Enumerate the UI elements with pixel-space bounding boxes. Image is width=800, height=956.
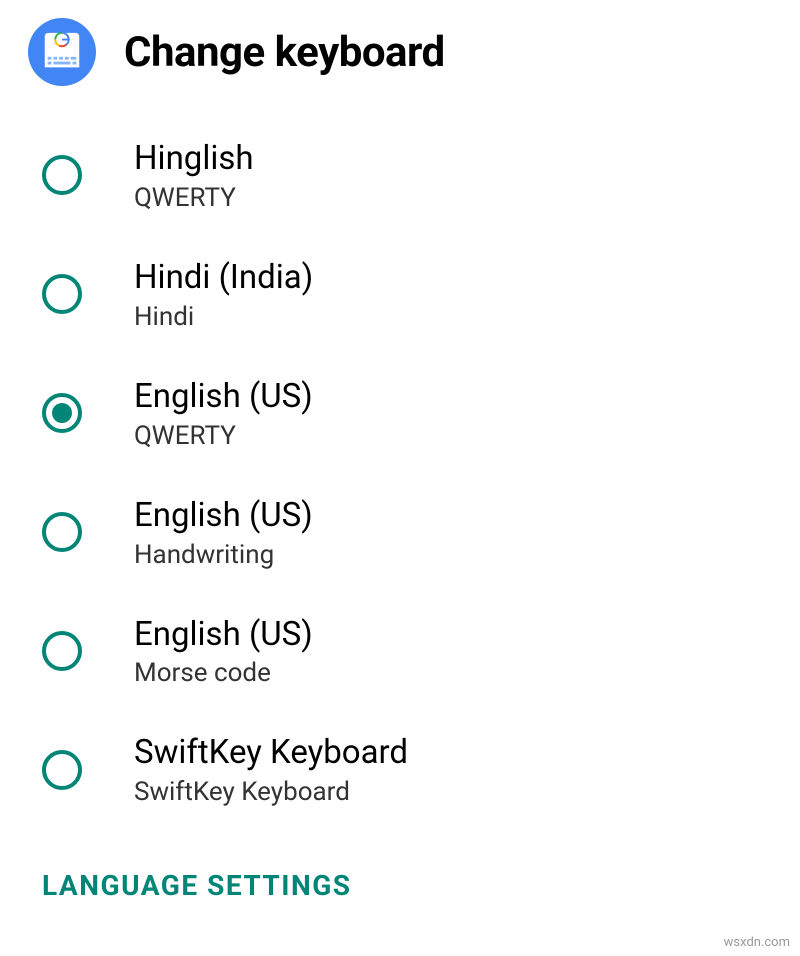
keyboard-option-text: Hinglish QWERTY [134,138,254,213]
radio-button[interactable] [42,512,82,552]
keyboard-option-text: SwiftKey Keyboard SwiftKey Keyboard [134,732,408,807]
dialog-header: Change keyboard [0,0,800,106]
radio-button[interactable] [42,750,82,790]
gboard-app-icon [28,18,96,86]
keyboard-sublabel: QWERTY [134,183,254,213]
keyboard-option[interactable]: Hindi (India) Hindi [0,237,800,356]
radio-button[interactable] [42,155,82,195]
keyboard-list: Hinglish QWERTY Hindi (India) Hindi Engl… [0,106,800,831]
section-header-language-settings[interactable]: LANGUAGE SETTINGS [0,831,800,902]
keyboard-option-text: English (US) Morse code [134,614,313,689]
keyboard-label: Hinglish [134,138,254,181]
keyboard-option[interactable]: Hinglish QWERTY [0,118,800,237]
radio-button-selected[interactable] [42,393,82,433]
keyboard-label: English (US) [134,376,313,419]
keyboard-option[interactable]: SwiftKey Keyboard SwiftKey Keyboard [0,712,800,831]
keyboard-label: Hindi (India) [134,257,313,300]
keyboard-label: SwiftKey Keyboard [134,732,408,775]
keyboard-option[interactable]: English (US) QWERTY [0,356,800,475]
keyboard-option-text: Hindi (India) Hindi [134,257,313,332]
keyboard-option-text: English (US) QWERTY [134,376,313,451]
watermark: wsxdn.com [724,935,790,950]
keyboard-sublabel: QWERTY [134,421,313,451]
keyboard-sublabel: Hindi [134,302,313,332]
radio-button[interactable] [42,631,82,671]
keyboard-sublabel: Morse code [134,658,313,688]
keyboard-sublabel: Handwriting [134,540,313,570]
radio-button[interactable] [42,274,82,314]
keyboard-label: English (US) [134,495,313,538]
dialog-title: Change keyboard [124,28,445,77]
keyboard-option-text: English (US) Handwriting [134,495,313,570]
keyboard-sublabel: SwiftKey Keyboard [134,777,408,807]
keyboard-option[interactable]: English (US) Handwriting [0,475,800,594]
keyboard-g-icon [39,29,85,75]
keyboard-label: English (US) [134,614,313,657]
keyboard-option[interactable]: English (US) Morse code [0,594,800,713]
